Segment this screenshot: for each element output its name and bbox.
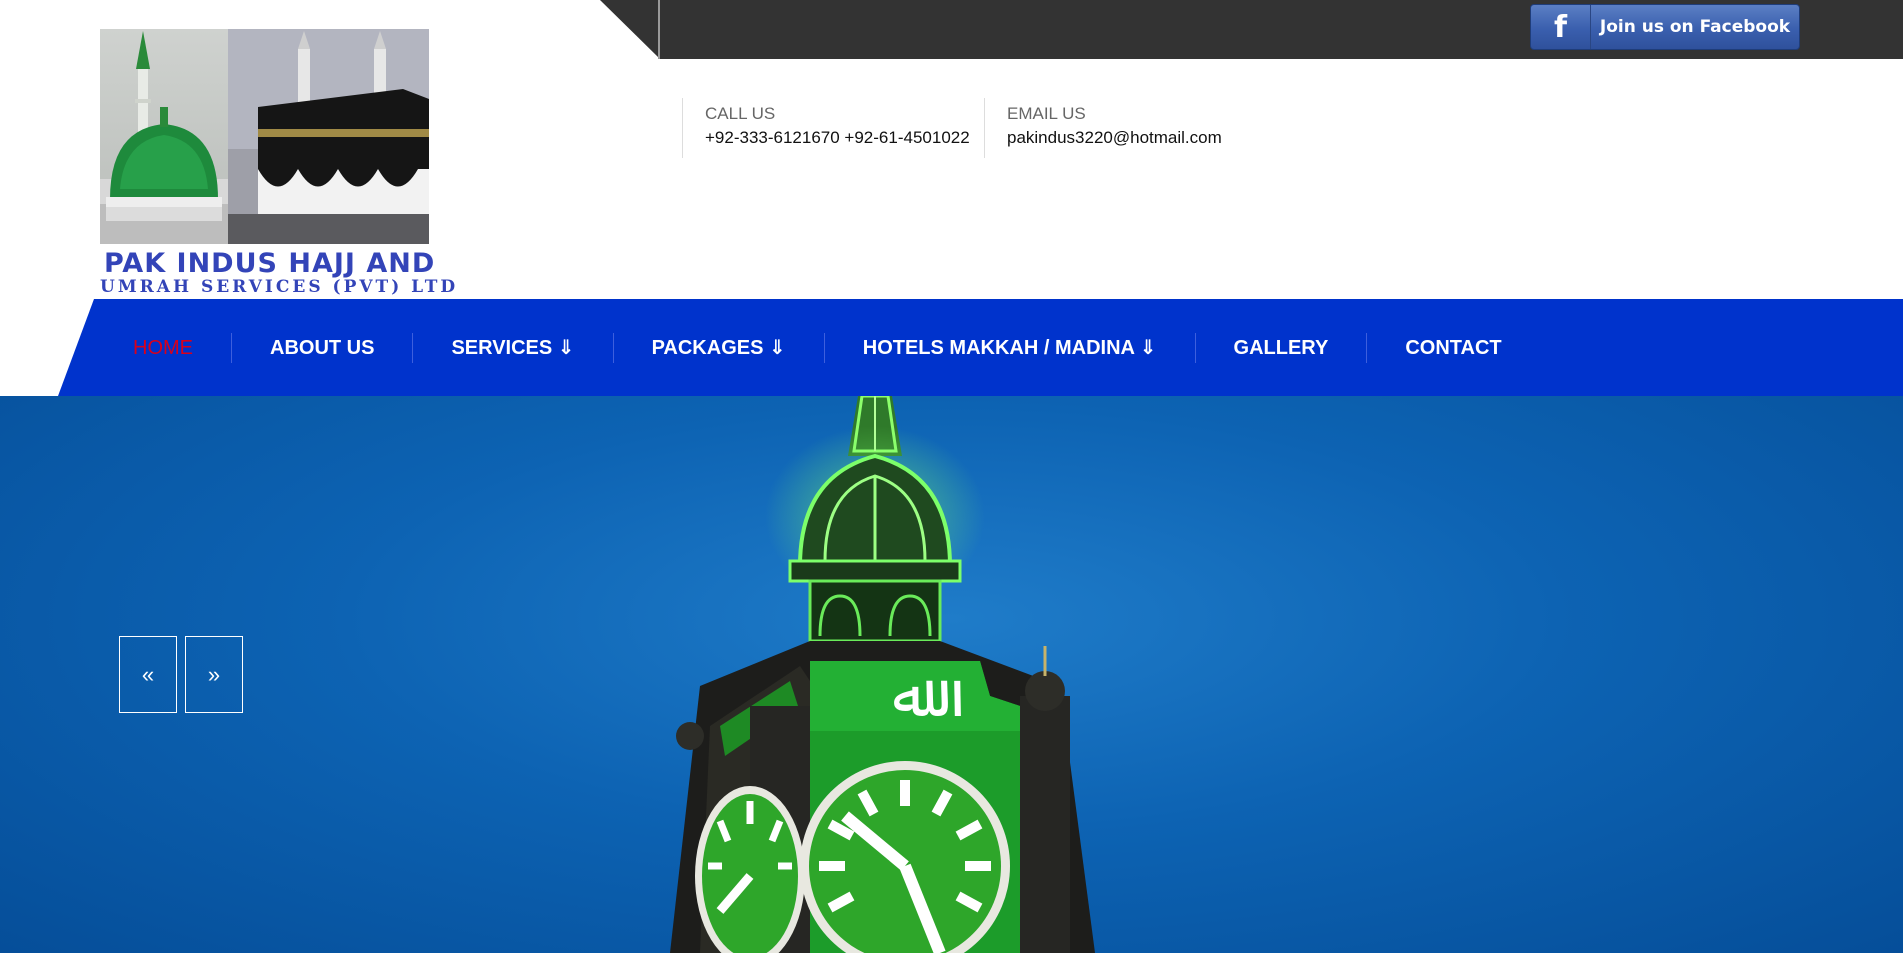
nav-item-services[interactable]: SERVICES ⇓ xyxy=(412,332,612,363)
slider-next-button[interactable]: » xyxy=(185,636,243,713)
email-us-address[interactable]: pakindus3220@hotmail.com xyxy=(1007,128,1222,148)
clock-tower-image: ﷲ xyxy=(670,396,1095,953)
email-us-label: EMAIL US xyxy=(1007,104,1086,123)
green-dome-photo xyxy=(100,29,228,244)
email-us-block: EMAIL US pakindus3220@hotmail.com xyxy=(984,98,1222,158)
nav-menu: HOME ABOUT US SERVICES ⇓ PACKAGES ⇓ HOTE… xyxy=(95,299,1540,396)
logo-title: PAK INDUS HAJJ AND xyxy=(104,248,436,279)
nav-item-contact[interactable]: CONTACT xyxy=(1366,332,1539,363)
slider-prev-button[interactable]: « xyxy=(119,636,177,713)
nav-item-home[interactable]: HOME xyxy=(95,333,231,363)
site-logo[interactable]: PAK INDUS HAJJ AND UMRAH SERVICES (PVT) … xyxy=(100,29,459,297)
kaaba-photo xyxy=(228,29,429,244)
main-navigation: HOME ABOUT US SERVICES ⇓ PACKAGES ⇓ HOTE… xyxy=(0,299,1903,396)
call-us-phone[interactable]: +92-333-6121670 +92-61-4501022 xyxy=(705,128,970,148)
facebook-join-label: Join us on Facebook xyxy=(1599,17,1791,37)
nav-item-gallery[interactable]: GALLERY xyxy=(1194,332,1367,363)
logo-subtitle: UMRAH SERVICES (PVT) LTD xyxy=(100,277,459,297)
nav-item-hotels[interactable]: HOTELS MAKKAH / MADINA ⇓ xyxy=(823,332,1195,363)
hero-slider: ﷲ « » xyxy=(0,396,1903,953)
facebook-icon: f xyxy=(1531,5,1591,49)
call-us-label: CALL US xyxy=(705,104,776,123)
top-bar-divider xyxy=(658,0,660,59)
nav-item-about-us[interactable]: ABOUT US xyxy=(231,332,412,363)
logo-photos xyxy=(100,29,429,244)
nav-item-packages[interactable]: PACKAGES ⇓ xyxy=(612,332,824,363)
call-us-block: CALL US +92-333-6121670 +92-61-4501022 xyxy=(682,98,970,158)
facebook-join-button[interactable]: f Join us on Facebook xyxy=(1530,4,1800,50)
